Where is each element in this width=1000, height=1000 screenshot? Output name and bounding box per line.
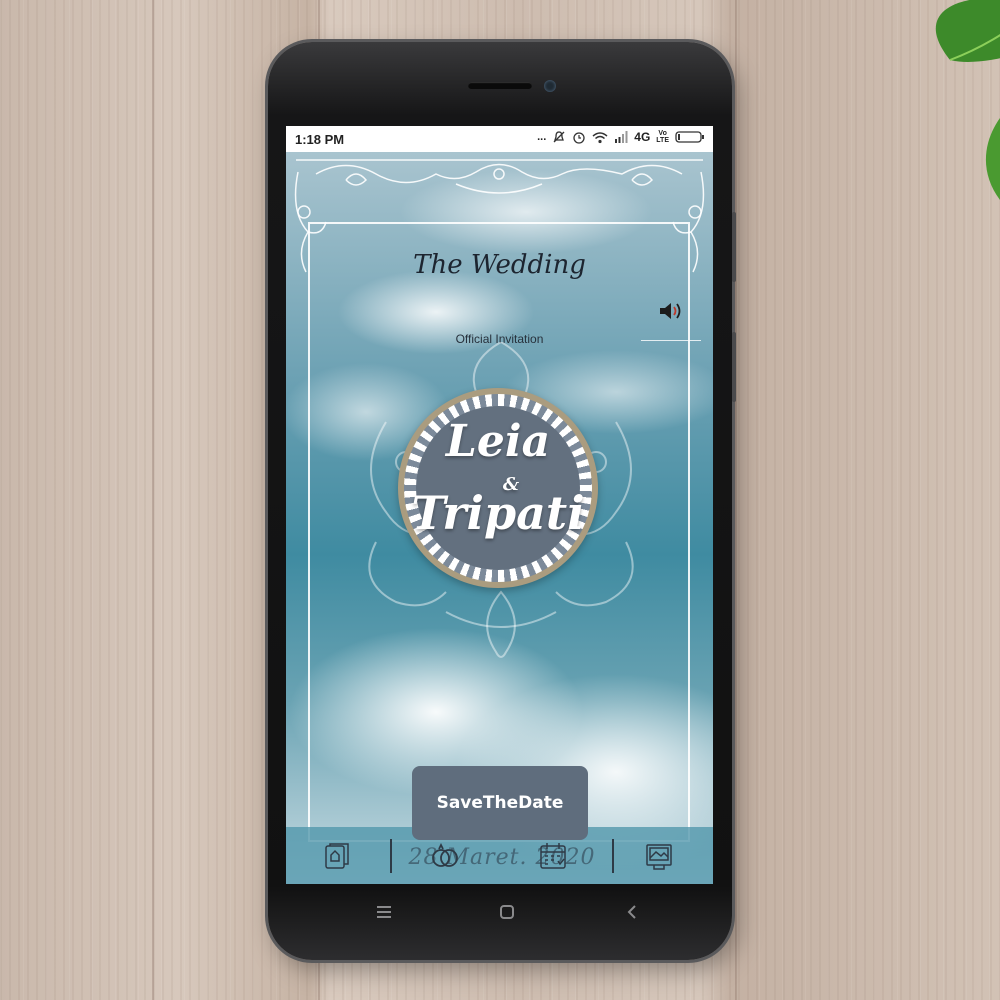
status-indicators: ... 4G Vo LTE [537,130,705,144]
network-type: 4G [634,130,651,144]
status-bar: 1:18 PM ... 4G Vo LTE [286,126,713,152]
home-icon[interactable] [492,900,522,924]
divider [641,340,701,341]
volte-line-1: Vo [658,130,667,137]
battery-icon [675,131,704,143]
invitation-screen[interactable]: The Wedding Official Invitation Leia & T… [286,152,713,884]
front-camera [544,80,556,92]
couple-names: Leia & Tripati [398,388,598,588]
signal-icon [615,131,628,143]
save-the-date-button[interactable]: SaveTheDate [412,766,588,840]
rings-icon[interactable] [430,841,460,871]
groom-name: Tripati [411,486,585,540]
earpiece-speaker [468,82,532,89]
bride-name: Leia [445,416,551,467]
back-icon[interactable] [617,900,647,924]
volte-badge: Vo LTE [656,130,669,144]
hardware-softkeys [268,894,732,934]
calendar-icon[interactable] [538,841,568,871]
home-card-icon[interactable] [323,841,353,871]
wedding-date: 28 Maret. 2020 [408,845,596,870]
more-dots-icon: ... [537,131,547,143]
status-time: 1:18 PM [295,132,345,147]
sound-toggle-icon[interactable] [658,300,684,322]
wifi-icon [592,131,608,143]
phone-screen: 1:18 PM ... 4G Vo LTE The Wedding Offici… [286,126,713,884]
invitation-heading: The Wedding [413,250,586,280]
power-button [732,332,736,402]
volte-line-2: LTE [656,137,669,144]
alarm-icon [573,132,585,144]
gallery-icon[interactable] [644,841,674,871]
mute-icon [553,131,565,143]
phone-device: 1:18 PM ... 4G Vo LTE The Wedding Offici… [268,42,736,960]
leaf-decoration [935,0,1000,200]
couple-medallion: Leia & Tripati [398,388,598,588]
wood-plank-seam [735,0,737,1000]
wedding-date-strip: 28 Maret. 2020 [390,839,614,873]
volume-button [732,212,736,282]
wood-plank-seam [152,0,154,1000]
menu-icon[interactable] [369,900,399,924]
